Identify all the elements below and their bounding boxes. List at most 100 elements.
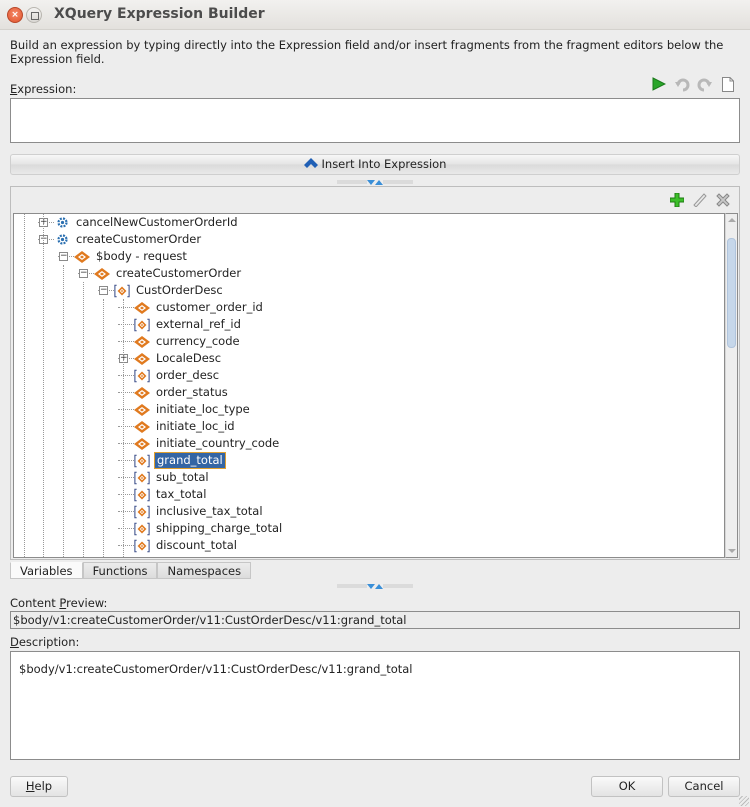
tree-node[interactable]: inclusive_tax_total <box>134 503 265 520</box>
collapse-up-icon[interactable] <box>375 583 383 589</box>
splitter-handle-top[interactable] <box>335 179 415 185</box>
tab-variables[interactable]: Variables <box>10 562 83 579</box>
tree-node-label: currency_code <box>156 334 240 348</box>
element-icon <box>94 266 110 282</box>
expression-label: Expression: <box>10 82 76 96</box>
repeating-element-icon <box>134 538 150 554</box>
repeating-element-icon <box>134 368 150 384</box>
expression-label-text: xpression: <box>17 82 77 96</box>
collapse-down-icon[interactable] <box>367 179 375 185</box>
tree-connector <box>118 324 134 325</box>
tree-node[interactable]: CustOrderDesc <box>114 282 225 299</box>
close-window-button[interactable]: × <box>7 7 23 23</box>
tree-node[interactable]: initiate_country_code <box>134 435 281 452</box>
tree-node[interactable]: cancelNewCustomerOrderId <box>54 214 240 231</box>
tree-guide-line <box>103 299 104 557</box>
collapse-icon[interactable]: − <box>79 269 88 278</box>
collapse-down-icon[interactable] <box>367 583 375 589</box>
insert-into-expression-button[interactable]: Insert Into Expression <box>10 154 740 175</box>
intro-text: Build an expression by typing directly i… <box>10 38 724 66</box>
tree-node[interactable]: $body - request <box>74 248 189 265</box>
tree-node[interactable]: external_ref_id <box>134 316 243 333</box>
tree-node[interactable]: tax_total <box>134 486 208 503</box>
collapse-icon[interactable]: − <box>59 252 68 261</box>
tree-guide-line <box>83 282 84 557</box>
tree-node[interactable]: initiate_loc_id <box>134 418 237 435</box>
tree-node[interactable]: shipping_charge_total <box>134 520 284 537</box>
variables-tree[interactable]: + cancelNewCustomerOrderId − createCustomer… <box>13 213 725 558</box>
tree-node-label: $body - request <box>96 249 187 263</box>
tree-node-label: sub_total <box>156 470 209 484</box>
delete-icon[interactable] <box>715 192 731 208</box>
run-icon[interactable] <box>651 76 667 92</box>
tree-node[interactable]: createCustomerOrder <box>94 265 243 282</box>
tree-node[interactable]: initiate_loc_type <box>134 401 252 418</box>
collapse-icon[interactable]: − <box>99 286 108 295</box>
insert-button-label: Insert Into Expression <box>321 157 447 171</box>
add-icon[interactable] <box>669 192 685 208</box>
description-field[interactable]: $body/v1:createCustomerOrder/v11:CustOrd… <box>10 651 740 760</box>
tree-connector <box>118 426 134 427</box>
repeating-element-icon <box>134 317 150 333</box>
description-label-text: escription: <box>18 635 80 649</box>
tree-node[interactable]: createCustomerOrder <box>54 231 203 248</box>
tree-node[interactable]: discount_total <box>134 537 239 554</box>
expression-toolbar <box>651 76 736 92</box>
tree-node[interactable]: order_status <box>134 384 230 401</box>
scroll-down-arrow[interactable] <box>728 549 736 553</box>
tree-node-label: cancelNewCustomerOrderId <box>76 215 238 229</box>
maximize-window-button[interactable] <box>26 7 42 23</box>
collapse-up-icon[interactable] <box>375 179 383 185</box>
edit-icon[interactable] <box>692 192 708 208</box>
fragment-editor-panel: + cancelNewCustomerOrderId − createCustomer… <box>10 186 740 560</box>
repeating-element-icon <box>134 504 150 520</box>
tree-node[interactable]: grand_total <box>134 452 226 469</box>
title-bar: × XQuery Expression Builder <box>0 0 750 30</box>
tree-connector <box>118 528 134 529</box>
tree-connector <box>118 375 134 376</box>
operation-icon <box>54 232 70 248</box>
tree-node[interactable]: currency_code <box>134 333 242 350</box>
tree-connector <box>118 392 134 393</box>
description-label: Description: <box>10 635 79 649</box>
tab-namespaces[interactable]: Namespaces <box>157 562 252 579</box>
chevron-up-icon <box>303 155 318 174</box>
tree-node[interactable]: LocaleDesc <box>134 350 223 367</box>
element-icon <box>134 419 150 435</box>
tree-vertical-scrollbar[interactable] <box>725 213 738 558</box>
tree-node[interactable]: sub_total <box>134 469 211 486</box>
tree-connector <box>118 341 134 342</box>
tab-functions[interactable]: Functions <box>82 562 158 579</box>
undo-icon[interactable] <box>674 76 690 92</box>
tree-node-label: LocaleDesc <box>156 351 222 365</box>
new-document-icon[interactable] <box>720 76 736 92</box>
cancel-button[interactable]: Cancel <box>668 776 740 797</box>
ok-button[interactable]: OK <box>591 776 663 797</box>
splitter-handle-bottom[interactable] <box>335 583 415 589</box>
redo-icon[interactable] <box>697 76 713 92</box>
tree-guide-line <box>24 214 25 557</box>
tree-node[interactable]: customer_order_id <box>134 299 265 316</box>
tree-connector <box>118 545 134 546</box>
fragment-tabs: Variables Functions Namespaces <box>10 562 252 579</box>
help-label: elp <box>34 779 53 793</box>
resize-grip[interactable] <box>739 796 749 806</box>
content-preview-label: Content Preview: <box>10 596 107 610</box>
tree-guide-line <box>43 214 44 557</box>
element-icon <box>74 249 90 265</box>
expression-input[interactable] <box>10 98 740 143</box>
scrollbar-thumb[interactable] <box>727 238 736 348</box>
tree-node-label: initiate_country_code <box>156 436 280 450</box>
tree-node-label: tax_total <box>156 487 207 501</box>
scroll-up-arrow[interactable] <box>728 218 736 222</box>
repeating-element-icon <box>134 470 150 486</box>
tree-guide-line <box>123 299 124 557</box>
content-preview-label-rest: review: <box>66 596 108 610</box>
description-mnemonic: D <box>10 635 19 649</box>
tree-connector <box>118 307 134 308</box>
help-button[interactable]: Help <box>10 776 68 797</box>
tree-node[interactable]: order_desc <box>134 367 221 384</box>
content-preview-field[interactable]: $body/v1:createCustomerOrder/v11:CustOrd… <box>10 611 740 629</box>
element-icon <box>134 334 150 350</box>
element-icon <box>134 402 150 418</box>
